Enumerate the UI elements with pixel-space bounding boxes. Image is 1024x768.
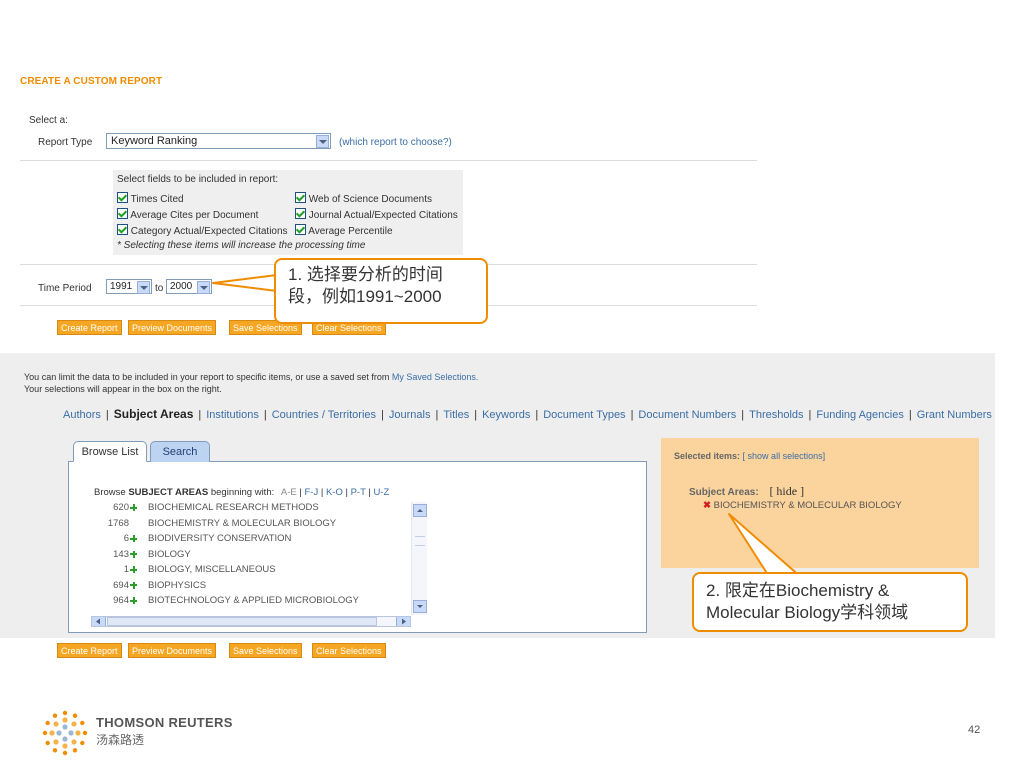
list-item[interactable]: 694 BIOPHYSICS	[86, 580, 412, 596]
preview-documents-button[interactable]: Preview Documents	[128, 643, 217, 658]
remove-x-icon[interactable]: ✖	[703, 500, 711, 511]
list-item[interactable]: 1 BIOLOGY, MISCELLANEOUS	[86, 564, 412, 580]
fields-heading: Select fields to be included in report:	[117, 174, 279, 185]
range-p-t[interactable]: P-T	[351, 487, 366, 498]
field-times-cited[interactable]: Times Cited	[117, 192, 184, 205]
show-all-selections-link[interactable]: [ show all selections]	[743, 451, 826, 461]
field-category-expected[interactable]: Category Actual/Expected Citations	[117, 224, 288, 237]
save-selections-button[interactable]: Save Selections	[229, 643, 302, 658]
which-report-link[interactable]: (which report to choose?)	[339, 137, 452, 148]
chevron-down-icon[interactable]	[137, 281, 150, 294]
browse-by-letter: Browse SUBJECT AREAS beginning with: A-E…	[94, 487, 390, 498]
vertical-scrollbar[interactable]	[411, 502, 427, 615]
nav-grant-numbers[interactable]: Grant Numbers	[917, 409, 992, 421]
time-to-select[interactable]: 2000	[166, 279, 212, 294]
checkbox-checked-icon[interactable]	[117, 192, 128, 203]
create-report-button[interactable]: Create Report	[57, 320, 122, 335]
chevron-down-icon[interactable]	[197, 281, 210, 294]
footer-brand-cn: 汤森路透	[96, 733, 145, 747]
list-item[interactable]: 964 BIOTECHNOLOGY & APPLIED MICROBIOLOGY	[86, 595, 412, 611]
field-journal-expected[interactable]: Journal Actual/Expected Citations	[295, 208, 458, 221]
select-a-label: Select a:	[29, 115, 68, 126]
page-title: CREATE A CUSTOM REPORT	[20, 76, 163, 87]
subject-list: 620 BIOCHEMICAL RESEARCH METHODS 1768 BIOC…	[86, 502, 412, 615]
limit-text: You can limit the data to be included in…	[24, 372, 479, 382]
chevron-down-icon[interactable]	[316, 135, 329, 148]
range-a-e[interactable]: A-E	[281, 487, 297, 498]
report-type-select[interactable]: Keyword Ranking	[106, 133, 331, 149]
time-period-label: Time Period	[38, 283, 92, 294]
checkbox-checked-icon[interactable]	[295, 224, 306, 235]
nav-authors[interactable]: Authors	[63, 409, 101, 421]
checkbox-checked-icon[interactable]	[295, 208, 306, 219]
list-item[interactable]: 6 BIODIVERSITY CONSERVATION	[86, 533, 412, 549]
time-from-select[interactable]: 1991	[106, 279, 152, 294]
field-average-percentile[interactable]: Average Percentile	[295, 224, 393, 237]
callout-time-period: 1. 选择要分析的时间 段，例如1991~2000	[274, 258, 488, 324]
thomson-reuters-logo-icon	[42, 710, 88, 756]
plus-icon[interactable]	[130, 581, 137, 589]
checkbox-checked-icon[interactable]	[295, 192, 306, 203]
limit-nav: Authors | Subject Areas | Institutions | Count…	[63, 407, 992, 421]
nav-keywords[interactable]: Keywords	[482, 409, 530, 421]
plus-icon[interactable]	[130, 597, 137, 604]
nav-document-numbers[interactable]: Document Numbers	[638, 409, 736, 421]
nav-institutions[interactable]: Institutions	[206, 409, 259, 421]
scroll-up-icon[interactable]	[413, 504, 427, 517]
range-u-z[interactable]: U-Z	[373, 487, 389, 498]
scroll-down-icon[interactable]	[413, 600, 427, 613]
limit-text-2: Your selections will appear in the box o…	[24, 384, 222, 394]
range-k-o[interactable]: K-O	[326, 487, 343, 498]
footer-brand: THOMSON REUTERS	[96, 715, 233, 730]
nav-titles[interactable]: Titles	[443, 409, 469, 421]
range-f-j[interactable]: F-J	[304, 487, 318, 498]
horizontal-scrollbar[interactable]	[91, 616, 411, 627]
plus-icon[interactable]	[130, 535, 137, 542]
tab-search[interactable]: Search	[150, 441, 210, 462]
selected-items-header: Selected items: [ show all selections]	[674, 451, 826, 461]
list-item[interactable]: 620 BIOCHEMICAL RESEARCH METHODS	[86, 502, 412, 518]
callout-subject-area: 2. 限定在Biochemistry & Molecular Biology学科…	[692, 572, 968, 632]
report-type-label: Report Type	[38, 137, 93, 148]
nav-countries[interactable]: Countries / Territories	[272, 409, 376, 421]
scroll-right-icon[interactable]	[396, 617, 410, 626]
nav-funding-agencies[interactable]: Funding Agencies	[816, 409, 903, 421]
selected-items-box: Selected items: [ show all selections] S…	[661, 438, 979, 568]
checkbox-checked-icon[interactable]	[117, 208, 128, 219]
scroll-thumb[interactable]	[107, 617, 377, 626]
my-saved-selections-link[interactable]: My Saved Selections.	[392, 372, 479, 382]
scroll-left-icon[interactable]	[92, 617, 106, 626]
divider	[20, 160, 757, 161]
field-average-cites[interactable]: Average Cites per Document	[117, 208, 258, 221]
nav-thresholds[interactable]: Thresholds	[749, 409, 803, 421]
checkbox-checked-icon[interactable]	[117, 224, 128, 235]
list-item[interactable]: 1768 BIOCHEMISTRY & MOLECULAR BIOLOGY	[86, 518, 412, 534]
tab-browse-list[interactable]: Browse List	[73, 441, 147, 462]
nav-journals[interactable]: Journals	[389, 409, 431, 421]
preview-documents-button[interactable]: Preview Documents	[128, 320, 217, 335]
subject-areas-group: Subject Areas: [ hide ]	[689, 484, 805, 498]
clear-selections-button[interactable]: Clear Selections	[312, 643, 386, 658]
nav-document-types[interactable]: Document Types	[543, 409, 625, 421]
report-type-value: Keyword Ranking	[111, 135, 198, 147]
plus-icon[interactable]	[130, 566, 137, 573]
fields-box: Select fields to be included in report: …	[113, 170, 463, 255]
plus-icon[interactable]	[130, 504, 137, 511]
field-wos-documents[interactable]: Web of Science Documents	[295, 192, 432, 205]
create-report-button[interactable]: Create Report	[57, 643, 122, 658]
hide-link[interactable]: [ hide ]	[769, 484, 804, 498]
scroll-thumb-grip[interactable]	[415, 536, 425, 546]
list-item[interactable]: 143 BIOLOGY	[86, 549, 412, 565]
fields-note: * Selecting these items will increase th…	[117, 240, 366, 251]
plus-icon[interactable]	[130, 550, 137, 558]
page-number: 42	[968, 724, 981, 736]
nav-subject-areas[interactable]: Subject Areas	[114, 407, 194, 421]
callout-pointer	[212, 274, 278, 292]
time-to-label: to	[155, 283, 164, 294]
